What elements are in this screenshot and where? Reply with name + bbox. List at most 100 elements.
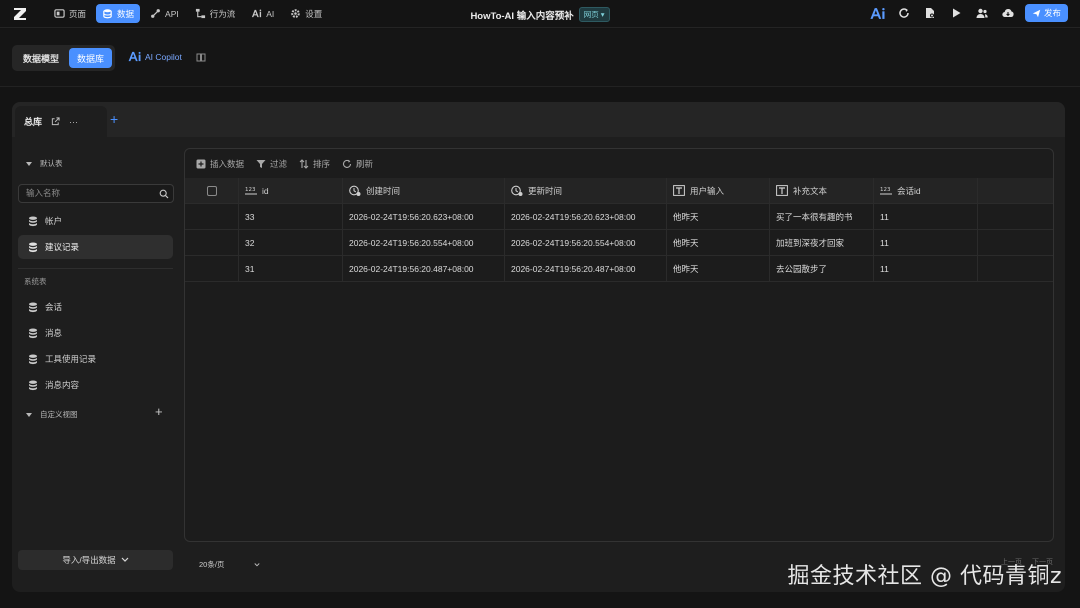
sidebar-item-label: 帐户 <box>45 216 63 226</box>
plus-square-icon <box>196 159 206 168</box>
insert-data-button[interactable]: 插入数据 <box>196 158 244 170</box>
file-gear-icon <box>925 8 934 18</box>
cell-id[interactable]: 32 <box>239 230 343 255</box>
sync-button[interactable] <box>895 4 913 22</box>
table-row[interactable]: 31 2026-02-24T19:56:20.487+08:00 2026-02… <box>185 256 1053 282</box>
page-icon <box>54 9 65 18</box>
gear-icon <box>291 9 301 18</box>
flow-icon <box>195 8 205 19</box>
cell-updated-at[interactable]: 2026-02-24T19:56:20.623+08:00 <box>505 204 667 229</box>
sort-icon <box>299 158 309 169</box>
cell-updated-at[interactable]: 2026-02-24T19:56:20.487+08:00 <box>505 256 667 281</box>
column-header-supplement-text[interactable]: 补充文本 <box>770 178 874 203</box>
cell-updated-at[interactable]: 2026-02-24T19:56:20.554+08:00 <box>505 230 667 255</box>
table-search-input[interactable] <box>26 188 146 198</box>
cell-supplement-text[interactable]: 加班到深夜才回家 <box>770 230 874 255</box>
custom-views-label: 自定义视图 <box>40 410 78 419</box>
cell-user-input[interactable]: 他昨天 <box>667 204 770 229</box>
table-row[interactable]: 32 2026-02-24T19:56:20.554+08:00 2026-02… <box>185 230 1053 256</box>
default-tables-header[interactable]: 默认表 <box>26 158 63 169</box>
import-export-button[interactable]: 导入/导出数据 <box>18 550 173 570</box>
nav-settings-label: 设置 <box>305 8 323 19</box>
page-size-select[interactable]: 20条/页 <box>199 559 261 570</box>
column-header-updated-at[interactable]: 更新时间 <box>505 178 667 203</box>
cell-id[interactable]: 33 <box>239 204 343 229</box>
cell-session-id[interactable]: 11 <box>874 230 978 255</box>
sidebar-item-suggestion-records[interactable]: 建议记录 <box>18 235 173 259</box>
tab-main-database[interactable]: 总库 ··· <box>15 106 107 137</box>
svg-text:123: 123 <box>880 187 891 193</box>
sidebar-item-account[interactable]: 帐户 <box>18 209 173 233</box>
nav-ai[interactable]: AI <box>245 4 280 23</box>
column-header-id[interactable]: 123 id <box>239 178 343 203</box>
column-header-created-at[interactable]: 创建时间 <box>343 178 505 203</box>
clock-icon <box>511 185 523 196</box>
add-view-button[interactable]: + <box>155 405 163 418</box>
external-link-icon[interactable] <box>51 117 60 126</box>
cell-supplement-text[interactable]: 买了一本很有趣的书 <box>770 204 874 229</box>
column-header-label: 会话id <box>897 185 921 196</box>
refresh-button[interactable]: 刷新 <box>342 158 373 170</box>
main-nav: 页面 数据 API 行为流 AI 设置 <box>48 4 328 23</box>
sidebar-item-tool-usage[interactable]: 工具使用记录 <box>18 347 173 371</box>
tab-more-icon[interactable]: ··· <box>69 117 78 127</box>
tab-database[interactable]: 数据库 <box>69 48 113 68</box>
select-all-checkbox[interactable] <box>207 185 217 196</box>
cell-created-at[interactable]: 2026-02-24T19:56:20.554+08:00 <box>343 230 505 255</box>
refresh-label: 刷新 <box>356 158 374 169</box>
tab-data-model[interactable]: 数据模型 <box>15 48 67 68</box>
tab-main-database-label: 总库 <box>24 117 43 127</box>
ai-assistant-button[interactable] <box>869 4 887 22</box>
cell-id[interactable]: 31 <box>239 256 343 281</box>
file-settings-button[interactable] <box>921 4 939 22</box>
nav-settings[interactable]: 设置 <box>284 4 328 23</box>
cell-session-id[interactable]: 11 <box>874 256 978 281</box>
cell-user-input[interactable]: 他昨天 <box>667 230 770 255</box>
add-database-tab-button[interactable]: + <box>110 112 118 126</box>
nav-ai-label: AI <box>266 8 275 19</box>
page-type-badge[interactable]: 网页 ▾ <box>578 7 610 22</box>
clock-icon <box>349 185 361 196</box>
import-export-label: 导入/导出数据 <box>62 555 116 565</box>
sidebar-item-label: 建议记录 <box>45 242 80 252</box>
ai-icon <box>252 9 262 18</box>
row-select-cell[interactable] <box>185 256 239 281</box>
cloud-download-button[interactable] <box>999 4 1017 22</box>
cell-created-at[interactable]: 2026-02-24T19:56:20.487+08:00 <box>343 256 505 281</box>
sync-icon <box>899 8 909 18</box>
filter-button[interactable]: 过滤 <box>256 158 287 170</box>
row-select-cell[interactable] <box>185 230 239 255</box>
sidebar-item-label: 消息内容 <box>45 380 80 390</box>
data-table-container: 插入数据 过滤 排序 刷新 123 id 创建时间 更新时间 用户输入 补充文本… <box>184 148 1054 542</box>
sidebar-item-messages[interactable]: 消息 <box>18 321 173 345</box>
nav-api[interactable]: API <box>144 4 185 23</box>
preview-button[interactable] <box>947 4 965 22</box>
nav-pages[interactable]: 页面 <box>48 4 92 23</box>
empty-header-cell <box>978 178 1053 203</box>
publish-button[interactable]: 发布 <box>1024 4 1068 22</box>
row-select-cell[interactable] <box>185 204 239 229</box>
custom-views-header[interactable]: 自定义视图 <box>26 409 78 420</box>
cell-user-input[interactable]: 他昨天 <box>667 256 770 281</box>
nav-flow[interactable]: 行为流 <box>189 4 242 23</box>
cell-supplement-text[interactable]: 去公园散步了 <box>770 256 874 281</box>
ai-copilot-button[interactable]: AI Copilot <box>128 51 182 62</box>
play-icon <box>952 8 961 18</box>
sort-label: 排序 <box>313 158 331 169</box>
book-icon[interactable] <box>196 52 206 62</box>
sidebar-item-message-content[interactable]: 消息内容 <box>18 373 173 397</box>
page-size-label: 20条/页 <box>199 560 225 569</box>
cell-created-at[interactable]: 2026-02-24T19:56:20.623+08:00 <box>343 204 505 229</box>
app-logo-icon[interactable] <box>12 6 28 22</box>
column-header-user-input[interactable]: 用户输入 <box>667 178 770 203</box>
system-tables-label: 系统表 <box>24 277 47 286</box>
database-icon <box>103 9 112 19</box>
column-header-session-id[interactable]: 123 会话id <box>874 178 978 203</box>
database-icon <box>29 328 37 338</box>
cell-session-id[interactable]: 11 <box>874 204 978 229</box>
members-button[interactable] <box>973 4 991 22</box>
sidebar-item-sessions[interactable]: 会话 <box>18 295 173 319</box>
table-row[interactable]: 33 2026-02-24T19:56:20.623+08:00 2026-02… <box>185 204 1053 230</box>
nav-data[interactable]: 数据 <box>96 4 141 23</box>
sort-button[interactable]: 排序 <box>299 158 330 170</box>
